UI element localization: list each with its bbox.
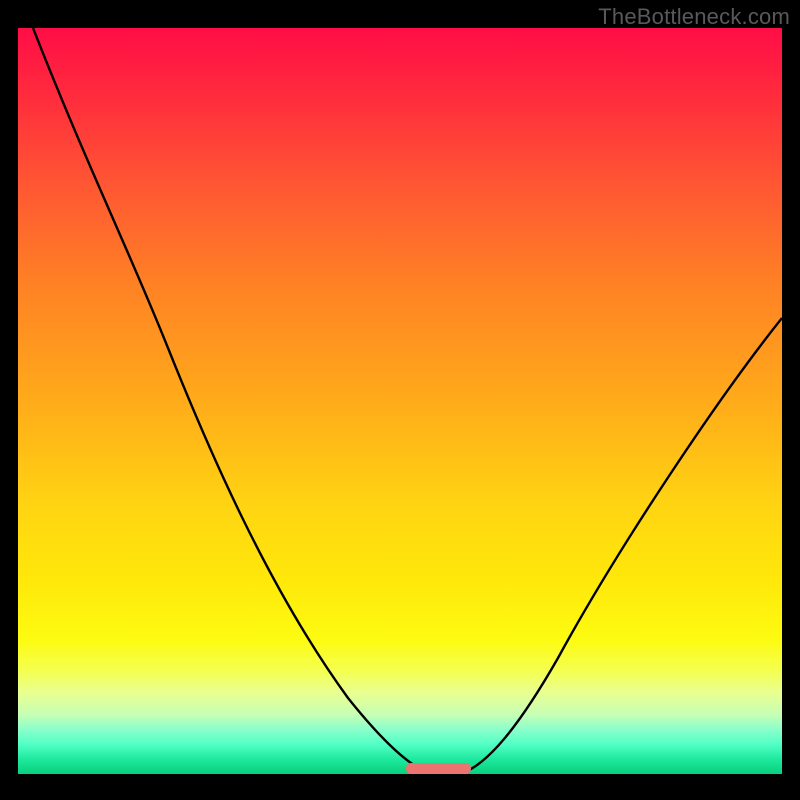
chart-frame: TheBottleneck.com bbox=[0, 0, 800, 800]
bottleneck-curve-path bbox=[33, 28, 782, 773]
bottleneck-curve bbox=[18, 28, 782, 774]
optimal-range-marker bbox=[406, 763, 471, 774]
watermark-label: TheBottleneck.com bbox=[598, 4, 790, 30]
plot-area bbox=[18, 28, 782, 774]
